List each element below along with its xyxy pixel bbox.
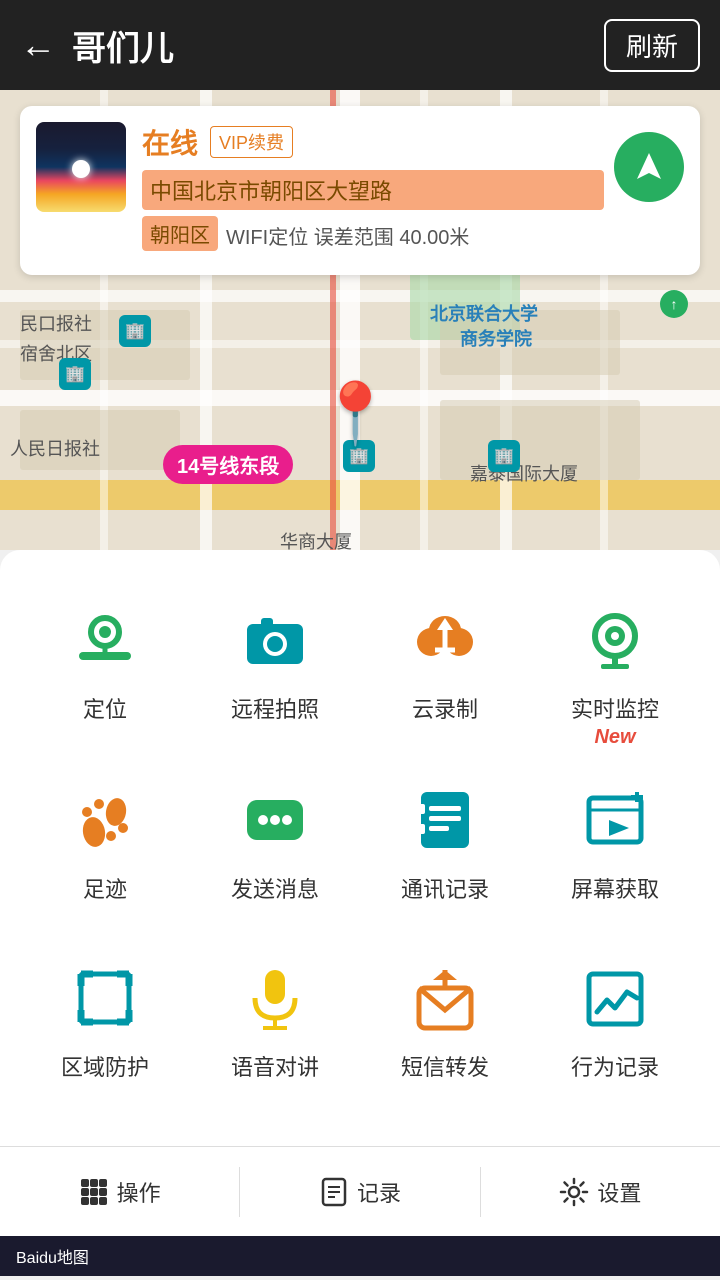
map-label-huashang: 华商大厦 — [280, 528, 352, 550]
realtime-monitor-new-badge: New — [594, 726, 635, 750]
feature-grid: 定位 远程拍照 云录制 实时监控 New 足迹 — [20, 580, 700, 1116]
map-label-beijing-university: 北京联合大学 — [430, 300, 538, 326]
map-icon-top-right: ↑ — [660, 290, 688, 318]
zone-protection-icon — [65, 958, 145, 1038]
bottom-nav: 操作 记录 设置 — [0, 1146, 720, 1236]
address-row2: 朝阳区 WIFI定位 误差范围 40.00米 — [142, 216, 604, 255]
voice-intercom-icon — [235, 958, 315, 1038]
cloud-record-icon — [405, 600, 485, 680]
zone-protection-label: 区域防护 — [61, 1050, 149, 1082]
map-label-minkoubaoshe: 民口报社 — [20, 310, 92, 336]
feature-item-remote-photo[interactable]: 远程拍照 — [190, 580, 360, 760]
brand-bar: Baidu地图 — [0, 1236, 720, 1276]
sms-forward-label: 短信转发 — [401, 1050, 489, 1082]
refresh-button[interactable]: 刷新 — [604, 19, 700, 72]
nav-item-operations[interactable]: 操作 — [0, 1166, 239, 1218]
contact-record-label: 通讯记录 — [401, 872, 489, 904]
remote-photo-icon — [235, 600, 315, 680]
info-card: 在线 VIP续费 中国北京市朝阳区大望路 朝阳区 WIFI定位 误差范围 40.… — [20, 106, 700, 275]
navigate-button[interactable] — [614, 132, 684, 202]
map-icon-sushebeiqu: 🏢 — [119, 315, 151, 347]
feature-item-zone-protection[interactable]: 区域防护 — [20, 938, 190, 1116]
feature-item-sms-forward[interactable]: 短信转发 — [360, 938, 530, 1116]
feature-item-location[interactable]: 定位 — [20, 580, 190, 760]
voice-intercom-label: 语音对讲 — [231, 1050, 319, 1082]
feature-item-send-message[interactable]: 发送消息 — [190, 760, 360, 938]
contact-record-icon — [405, 780, 485, 860]
brand-text: Baidu地图 — [16, 1244, 89, 1268]
realtime-monitor-label: 实时监控 — [571, 692, 659, 724]
location-pin: 📍 — [318, 378, 393, 449]
map-icon-minkoubaoshe: 🏢 — [59, 358, 91, 390]
behavior-record-icon — [575, 958, 655, 1038]
avatar — [36, 122, 126, 212]
feature-item-screen-capture[interactable]: 屏幕获取 — [530, 760, 700, 938]
status-row: 在线 VIP续费 — [142, 122, 604, 162]
cloud-record-label: 云录制 — [412, 692, 478, 724]
online-status: 在线 — [142, 122, 198, 162]
feature-item-realtime-monitor[interactable]: 实时监控 New — [530, 580, 700, 760]
remote-photo-label: 远程拍照 — [231, 692, 319, 724]
send-message-label: 发送消息 — [231, 872, 319, 904]
address-line2: 朝阳区 — [142, 216, 218, 251]
bottom-panel: 定位 远程拍照 云录制 实时监控 New 足迹 — [0, 550, 720, 1146]
screen-capture-label: 屏幕获取 — [571, 872, 659, 904]
nav-operations-label: 操作 — [117, 1176, 161, 1208]
wifi-info: WIFI定位 误差范围 40.00米 — [226, 221, 469, 250]
realtime-monitor-icon — [575, 600, 655, 680]
navigate-icon — [631, 149, 667, 185]
location-icon — [65, 600, 145, 680]
sms-forward-icon — [405, 958, 485, 1038]
nav-item-records[interactable]: 记录 — [240, 1166, 479, 1218]
vip-badge[interactable]: VIP续费 — [210, 126, 293, 158]
map-area: 在线 VIP续费 中国北京市朝阳区大望路 朝阳区 WIFI定位 误差范围 40.… — [0, 90, 720, 550]
footprint-icon — [65, 780, 145, 860]
footprint-label: 足迹 — [83, 872, 127, 904]
operations-icon — [79, 1177, 109, 1207]
settings-icon — [559, 1177, 589, 1207]
nav-settings-label: 设置 — [597, 1176, 641, 1208]
records-icon — [319, 1177, 349, 1207]
page-title: 哥们儿 — [72, 21, 604, 70]
info-content: 在线 VIP续费 中国北京市朝阳区大望路 朝阳区 WIFI定位 误差范围 40.… — [142, 122, 604, 259]
feature-item-contact-record[interactable]: 通讯记录 — [360, 760, 530, 938]
map-icon-jiatai: 🏢 — [488, 440, 520, 472]
address-line1: 中国北京市朝阳区大望路 — [142, 170, 604, 210]
nav-item-settings[interactable]: 设置 — [481, 1166, 720, 1218]
feature-item-footprint[interactable]: 足迹 — [20, 760, 190, 938]
feature-item-behavior-record[interactable]: 行为记录 — [530, 938, 700, 1116]
back-button[interactable]: ← — [20, 24, 56, 66]
send-message-icon — [235, 780, 315, 860]
behavior-record-label: 行为记录 — [571, 1050, 659, 1082]
nav-records-label: 记录 — [357, 1176, 401, 1208]
map-label-business-school: 商务学院 — [460, 325, 532, 351]
location-label: 定位 — [83, 692, 127, 724]
header: ← 哥们儿 刷新 — [0, 0, 720, 90]
map-label-renmin-ribao: 人民日报社 — [10, 435, 100, 461]
feature-item-cloud-record[interactable]: 云录制 — [360, 580, 530, 760]
metro-badge: 14号线东段 — [163, 445, 293, 484]
map-label-jiatai: 嘉泰国际大厦 — [470, 460, 578, 486]
feature-item-voice-intercom[interactable]: 语音对讲 — [190, 938, 360, 1116]
screen-capture-icon — [575, 780, 655, 860]
